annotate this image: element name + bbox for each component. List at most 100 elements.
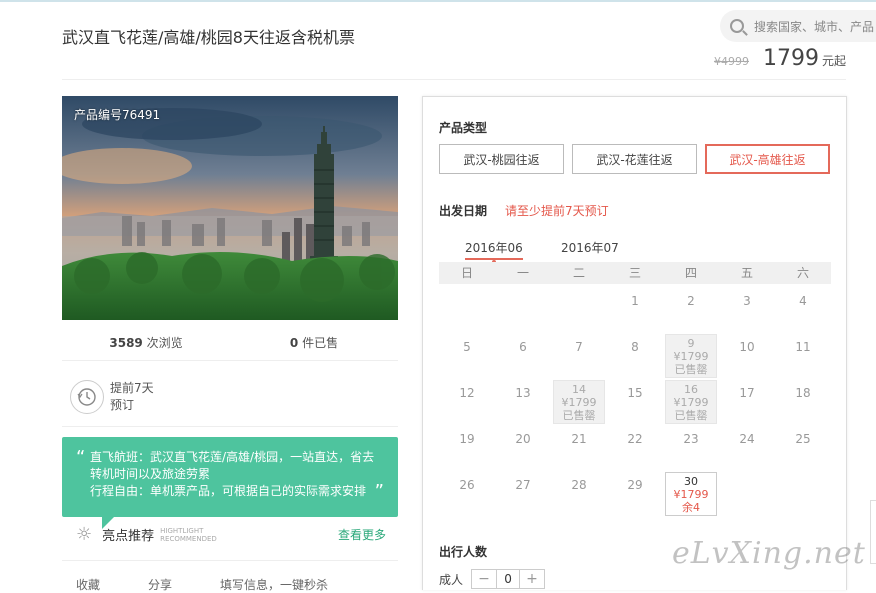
plus-button[interactable]: +: [520, 570, 544, 588]
advance-label: 预订: [110, 398, 135, 412]
type-option-kaohsiung[interactable]: 武汉-高雄往返: [705, 144, 830, 174]
views-label: 次浏览: [146, 336, 183, 350]
calendar-day: 17: [719, 376, 775, 422]
calendar-week: 26 27 28 29 30 ¥1799 余4: [439, 468, 831, 516]
day-number: 30: [684, 475, 698, 488]
product-type-label: 产品类型: [439, 121, 488, 135]
day-status: 已售罄: [674, 409, 708, 422]
see-more-link[interactable]: 查看更多: [338, 526, 386, 543]
day-number: 21: [571, 432, 587, 446]
bottom-actions: 收藏 分享 填写信息，一键秒杀: [76, 576, 396, 593]
intro-line-1: 直飞航班：武汉直飞花莲/高雄/桃园，一站直达，省去转机时间以及旅途劳累: [90, 450, 375, 481]
divider: [62, 79, 846, 80]
clock-history-icon: [70, 380, 104, 414]
calendar-week: 5 6 7 8 9 ¥1799 已售罄 10 11: [439, 330, 831, 378]
day-number: 1: [631, 294, 639, 308]
day-number: 28: [571, 478, 587, 492]
day-number: 24: [739, 432, 755, 446]
calendar-day: [495, 284, 551, 330]
day-number: 4: [799, 294, 807, 308]
calendar-day: 20: [495, 422, 551, 468]
calendar-week: 19 20 21 22 23 24 25: [439, 422, 831, 468]
product-photo: 产品编号76491: [62, 96, 398, 320]
day-price: ¥1799: [673, 350, 709, 363]
favorite-button[interactable]: 收藏: [76, 576, 100, 593]
adult-count[interactable]: 0: [496, 570, 521, 588]
side-widget[interactable]: [870, 500, 876, 564]
calendar-day: [775, 468, 831, 514]
calendar-day: 14 ¥1799 已售罄: [551, 376, 607, 424]
current-price: 1799: [762, 46, 819, 71]
weekday: 三: [628, 266, 641, 280]
departure-date-label: 出发日期: [439, 204, 488, 218]
original-price: ¥4999: [713, 55, 749, 68]
search-box[interactable]: 搜索国家、城市、产品: [720, 10, 876, 42]
calendar-day: 5: [439, 330, 495, 376]
sold-out-date-box: 9 ¥1799 已售罄: [665, 334, 717, 378]
adult-label: 成人: [439, 572, 464, 587]
day-price: ¥1799: [673, 488, 709, 501]
day-number: 11: [795, 340, 811, 354]
day-number: 7: [575, 340, 583, 354]
sold-stat: 0 件已售: [230, 334, 398, 350]
day-number: 16: [684, 383, 698, 396]
date-hint: 请至少提前7天预订: [505, 204, 609, 218]
sun-icon: ☼: [76, 524, 93, 545]
available-date-box[interactable]: 30 ¥1799 余4: [665, 472, 717, 516]
adult-stepper: − 0 +: [471, 569, 546, 589]
highlight-subtitle: HIGHTLIGHT RECOMMENDED: [160, 527, 217, 543]
calendar-day: 1: [607, 284, 663, 330]
day-number: 10: [739, 340, 755, 354]
search-icon: [730, 19, 744, 33]
day-number: 27: [515, 478, 531, 492]
month-tab-june[interactable]: 2016年06: [465, 239, 523, 264]
quote-close-icon: ”: [374, 481, 384, 502]
calendar-day: 23: [663, 422, 719, 468]
calendar-day: 21: [551, 422, 607, 468]
day-status: 已售罄: [674, 363, 708, 376]
calendar-day: 18: [775, 376, 831, 422]
calendar-day: 10: [719, 330, 775, 376]
calendar-day: 25: [775, 422, 831, 468]
intro-box: “ 直飞航班：武汉直飞花莲/高雄/桃园，一站直达，省去转机时间以及旅途劳累 行程…: [62, 437, 398, 517]
price-area: ¥4999 1799 元起: [714, 46, 846, 71]
day-number: 23: [683, 432, 699, 446]
share-button[interactable]: 分享: [148, 576, 172, 593]
day-number: 25: [795, 432, 811, 446]
day-number: 13: [515, 386, 531, 400]
calendar-day: 19: [439, 422, 495, 468]
sold-out-date-box: 16 ¥1799 已售罄: [665, 380, 717, 424]
search-placeholder[interactable]: 搜索国家、城市、产品: [754, 18, 874, 35]
price-unit: 元起: [821, 54, 846, 68]
weekday: 日: [460, 266, 473, 280]
month-tab-july[interactable]: 2016年07: [561, 239, 619, 256]
calendar-day: 9 ¥1799 已售罄: [663, 330, 719, 378]
views-stat: 3589 次浏览: [62, 334, 230, 350]
day-number: 29: [627, 478, 643, 492]
day-number: 6: [519, 340, 527, 354]
calendar-day[interactable]: 30 ¥1799 余4: [663, 468, 719, 516]
calendar-day: 2: [663, 284, 719, 330]
calendar-day: 28: [551, 468, 607, 514]
minus-button[interactable]: −: [472, 570, 496, 588]
day-number: 15: [627, 386, 643, 400]
calendar-day: [551, 284, 607, 330]
product-number: 产品编号76491: [74, 108, 161, 122]
day-number: 22: [627, 432, 643, 446]
type-option-taoyuan[interactable]: 武汉-桃园往返: [439, 144, 564, 174]
day-number: 5: [463, 340, 471, 354]
day-price: ¥1799: [561, 396, 597, 409]
flash-sale-button[interactable]: 填写信息，一键秒杀: [220, 576, 328, 593]
highlight-title: 亮点推荐: [102, 529, 155, 544]
day-number: 18: [795, 386, 811, 400]
sold-count: 0: [289, 336, 299, 350]
weekday: 六: [796, 266, 809, 280]
advance-days: 提前7天: [110, 381, 154, 395]
day-number: 17: [739, 386, 755, 400]
type-option-hualien[interactable]: 武汉-花莲往返: [572, 144, 697, 174]
calendar-week: 1 2 3 4: [439, 284, 831, 330]
day-number: 2: [687, 294, 695, 308]
quote-open-icon: “: [76, 447, 86, 468]
passenger-count-label: 出行人数: [439, 545, 488, 559]
calendar-day: 3: [719, 284, 775, 330]
